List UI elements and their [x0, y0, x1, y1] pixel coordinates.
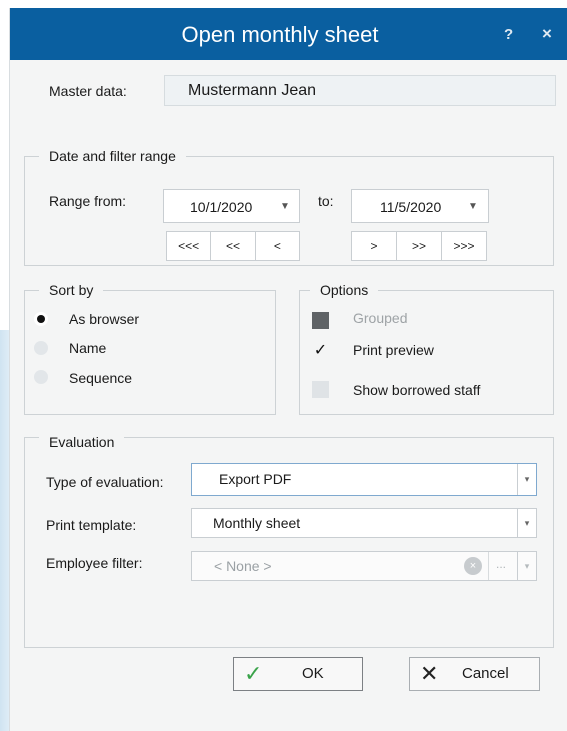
master-data-field: Mustermann Jean — [164, 75, 556, 106]
employee-filter-placeholder: < None > — [214, 558, 272, 574]
help-icon[interactable]: ? — [504, 26, 513, 43]
chevron-down-icon[interactable]: ▾ — [517, 464, 536, 495]
type-of-evaluation-value: Export PDF — [219, 471, 292, 487]
type-of-evaluation-label: Type of evaluation: — [46, 474, 164, 490]
range-to-value: 11/5/2020 — [380, 199, 442, 215]
cancel-button-label: Cancel — [462, 665, 509, 682]
print-template-label: Print template: — [46, 517, 137, 533]
grouped-label: Grouped — [353, 310, 408, 326]
options-group-title: Options — [310, 282, 379, 298]
range-from-date-picker[interactable]: 10/1/2020 ▼ — [163, 189, 300, 223]
sort-by-group — [24, 290, 276, 415]
close-icon[interactable]: × — [542, 24, 552, 44]
chevron-down-icon[interactable]: ▾ — [517, 509, 536, 537]
show-borrowed-staff-checkbox[interactable] — [312, 381, 329, 398]
sort-name-radio[interactable] — [34, 341, 48, 355]
employee-filter-label: Employee filter: — [46, 555, 143, 571]
clear-icon: × — [464, 557, 482, 575]
nav-back-double-button[interactable]: << — [211, 232, 256, 260]
chevron-down-icon[interactable]: ▼ — [280, 201, 290, 212]
dialog-title: Open monthly sheet — [181, 22, 379, 47]
ok-button-label: OK — [302, 665, 324, 682]
nav-forward-far-button[interactable]: >>> — [442, 232, 486, 260]
chevron-down-icon: ▾ — [517, 552, 536, 580]
print-preview-checkbox[interactable]: ✓ — [312, 342, 329, 359]
print-preview-label[interactable]: Print preview — [353, 342, 434, 358]
sort-by-group-title: Sort by — [39, 282, 104, 298]
browse-ellipsis-button: ... — [488, 552, 513, 580]
range-to-date-picker[interactable]: 11/5/2020 ▼ — [351, 189, 489, 223]
grouped-checkbox — [312, 312, 329, 329]
ok-button[interactable]: ✓ OK — [233, 657, 363, 691]
date-filter-group-title: Date and filter range — [39, 148, 186, 164]
to-label: to: — [318, 193, 334, 209]
nav-forward-double-button[interactable]: >> — [397, 232, 442, 260]
sort-name-label[interactable]: Name — [69, 340, 106, 356]
print-template-value: Monthly sheet — [213, 515, 301, 531]
print-template-dropdown[interactable]: Monthly sheet ▾ — [191, 508, 537, 538]
nav-back-button[interactable]: < — [256, 232, 299, 260]
date-nav-forward-group: > >> >>> — [351, 231, 487, 261]
chevron-down-icon[interactable]: ▼ — [468, 201, 478, 212]
cancel-button[interactable]: ✕ Cancel — [409, 657, 540, 691]
title-bar: Open monthly sheet ? × — [10, 8, 567, 60]
master-data-label: Master data: — [49, 83, 127, 99]
date-nav-back-group: <<< << < — [166, 231, 300, 261]
sort-as-browser-label[interactable]: As browser — [69, 311, 139, 327]
sort-sequence-radio[interactable] — [34, 370, 48, 384]
show-borrowed-staff-label[interactable]: Show borrowed staff — [353, 382, 480, 398]
evaluation-group-title: Evaluation — [39, 434, 125, 450]
employee-filter-dropdown: < None > × ... ▾ — [191, 551, 537, 581]
check-icon: ✓ — [244, 661, 263, 686]
sort-as-browser-radio[interactable] — [34, 312, 48, 326]
range-from-value: 10/1/2020 — [190, 199, 253, 215]
open-monthly-sheet-dialog: Open monthly sheet ? × Master data: Must… — [10, 8, 567, 731]
close-icon: ✕ — [420, 661, 439, 686]
range-from-label: Range from: — [49, 193, 127, 209]
nav-forward-button[interactable]: > — [352, 232, 397, 260]
type-of-evaluation-dropdown[interactable]: Export PDF ▾ — [191, 463, 537, 496]
sort-sequence-label[interactable]: Sequence — [69, 370, 132, 386]
nav-back-far-button[interactable]: <<< — [167, 232, 212, 260]
